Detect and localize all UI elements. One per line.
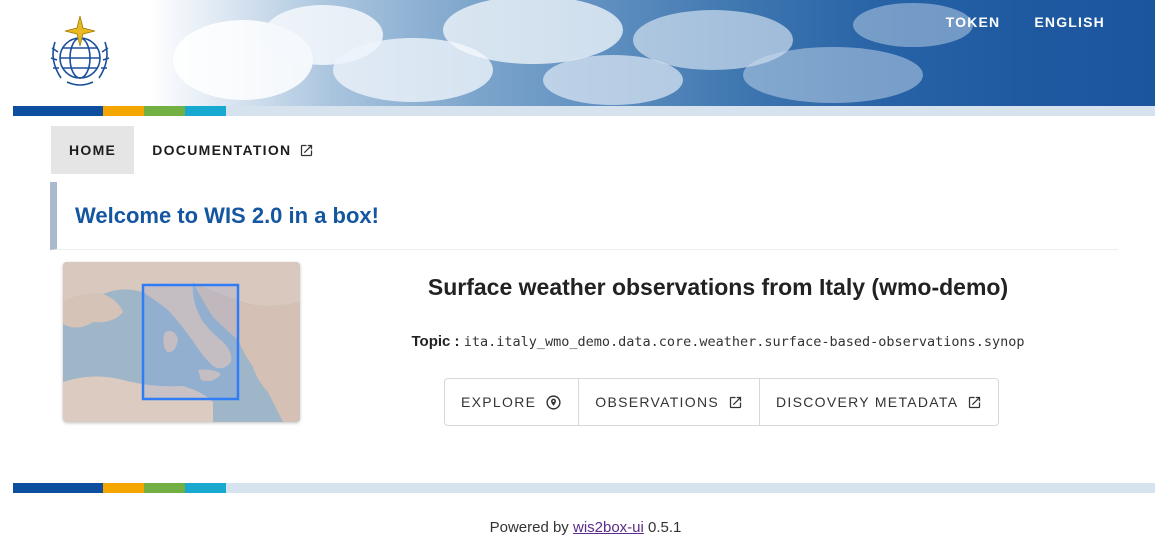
header-banner: TOKEN ENGLISH	[13, 0, 1155, 106]
page-title: Welcome to WIS 2.0 in a box!	[75, 202, 379, 228]
observations-button-label: OBSERVATIONS	[595, 394, 719, 410]
language-selector[interactable]: ENGLISH	[1034, 12, 1105, 32]
open-in-new-icon	[301, 144, 313, 156]
discovery-metadata-button-label: DISCOVERY METADATA	[776, 394, 959, 410]
observations-button[interactable]: OBSERVATIONS	[579, 379, 760, 425]
top-nav: TOKEN ENGLISH	[946, 12, 1105, 32]
footer-version: 0.5.1	[648, 519, 682, 536]
explore-button[interactable]: EXPLORE	[445, 379, 580, 425]
tab-documentation[interactable]: DOCUMENTATION	[134, 126, 332, 174]
tab-documentation-label: DOCUMENTATION	[152, 142, 292, 158]
topic-label: Topic :	[411, 333, 460, 350]
color-stripe-bottom	[13, 483, 1155, 493]
discovery-metadata-button[interactable]: DISCOVERY METADATA	[760, 379, 998, 425]
welcome-banner: Welcome to WIS 2.0 in a box!	[50, 182, 1118, 250]
color-stripe-top	[13, 106, 1155, 116]
wis2box-ui-link[interactable]: wis2box-ui	[573, 519, 644, 536]
main-tabs: HOME DOCUMENTATION	[51, 126, 332, 174]
open-in-new-icon	[729, 396, 742, 408]
token-link[interactable]: TOKEN	[946, 12, 1001, 32]
explore-button-label: EXPLORE	[461, 394, 537, 410]
open-in-new-icon	[969, 396, 981, 408]
dataset-title: Surface weather observations from Italy …	[427, 274, 1009, 300]
footer-prefix: Powered by	[489, 519, 569, 536]
map-image	[63, 262, 300, 422]
dataset-map-thumbnail[interactable]	[63, 262, 300, 422]
dataset-actions: EXPLORE OBSERVATIONS DISCOVERY METADATA	[444, 378, 1000, 426]
tab-home-label: HOME	[69, 142, 117, 158]
topic-value: ita.italy_wmo_demo.data.core.weather.sur…	[463, 334, 1025, 350]
map-marker-icon	[546, 394, 561, 410]
tab-home[interactable]: HOME	[51, 126, 135, 174]
wmo-emblem-icon[interactable]	[43, 12, 117, 90]
dataset-topic: Topic : ita.italy_wmo_demo.data.core.wea…	[340, 333, 1096, 350]
footer: Powered by wis2box-ui 0.5.1	[0, 519, 1171, 536]
